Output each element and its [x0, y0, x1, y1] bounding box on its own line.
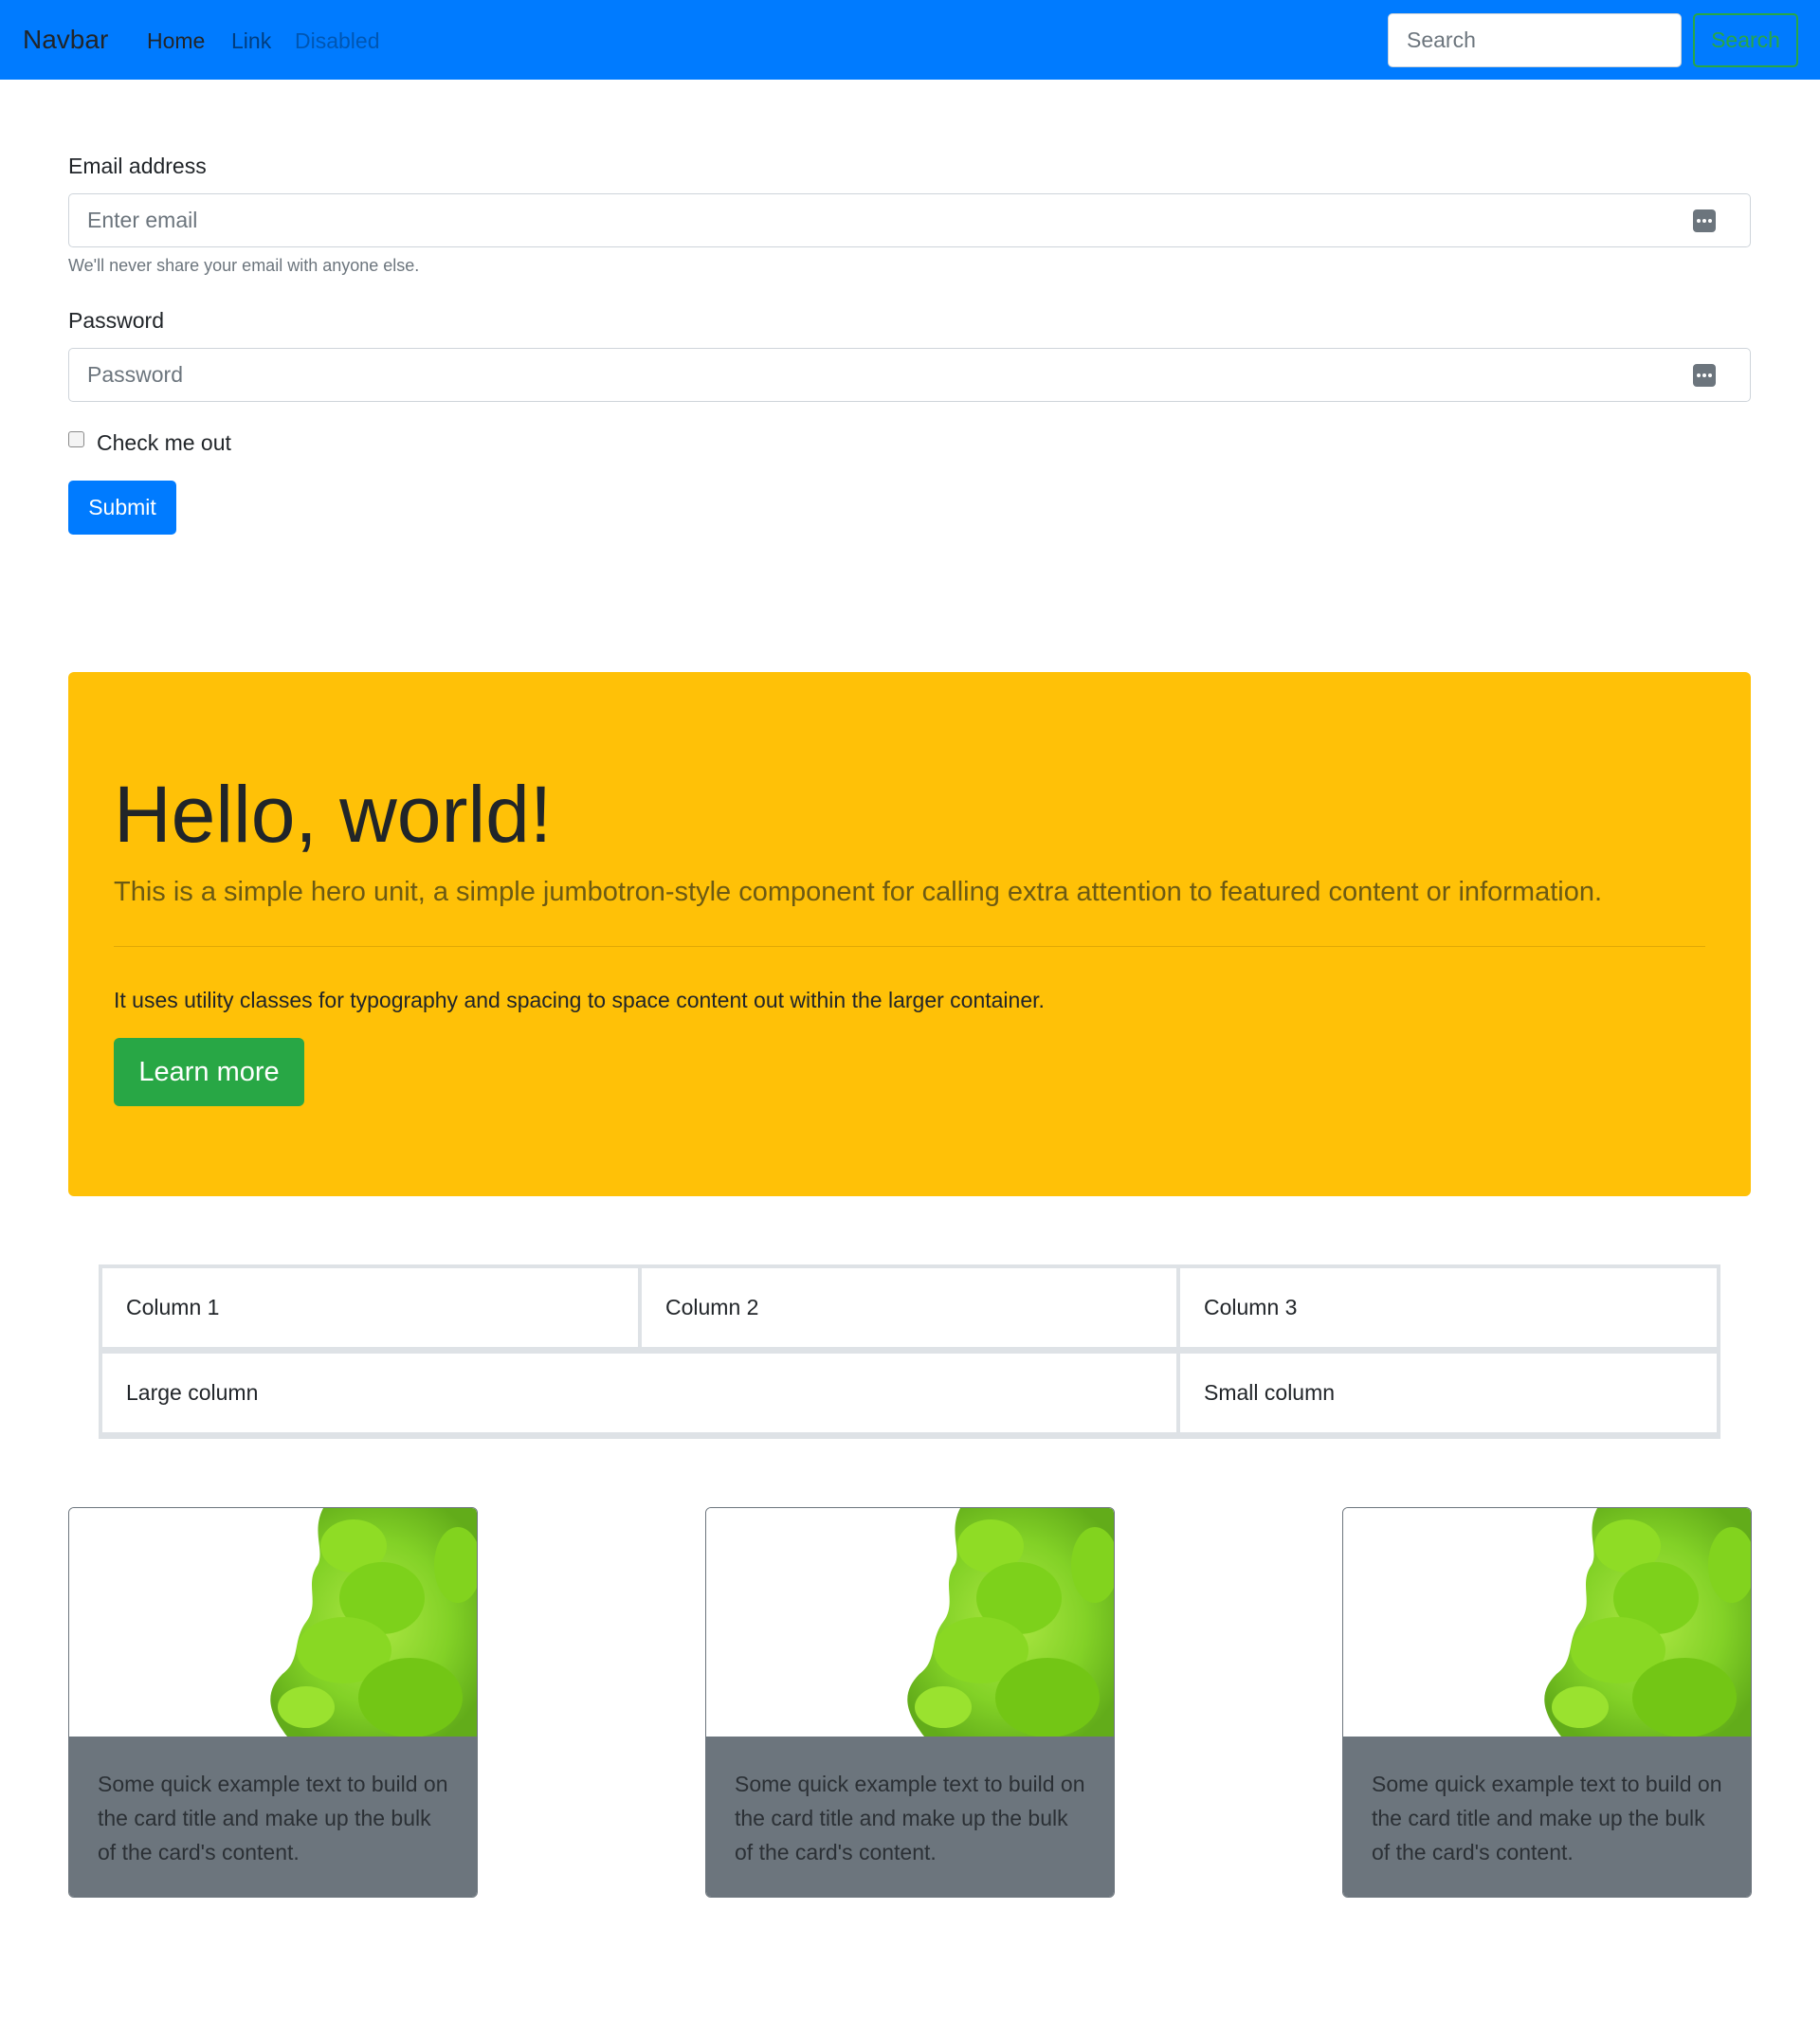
check-me-out-label[interactable]: Check me out: [97, 428, 231, 457]
card: Some quick example text to build on the …: [68, 1507, 478, 1898]
check-me-out-checkbox[interactable]: [68, 431, 84, 447]
password-field-wrapper: [68, 348, 1751, 402]
email-label: Email address: [68, 154, 207, 178]
password-field[interactable]: [69, 349, 1750, 401]
nav-link-disabled: Disabled: [295, 28, 380, 53]
grid-cell-column-3: Column 3: [1180, 1268, 1717, 1347]
navbar-search-button[interactable]: Search: [1693, 13, 1798, 67]
password-label: Password: [68, 308, 164, 333]
email-field-wrapper: [68, 193, 1751, 247]
grid-cell-column-1: Column 1: [102, 1268, 638, 1347]
password-manager-icon[interactable]: [1693, 209, 1716, 232]
green-ink-image: [69, 1508, 477, 1737]
navbar: Navbar Home Link Disabled Search: [0, 0, 1820, 80]
green-ink-image: [1343, 1508, 1751, 1737]
green-ink-image: [706, 1508, 1114, 1737]
card-body: Some quick example text to build on the …: [706, 1737, 1114, 1897]
jumbotron: Hello, world! This is a simple hero unit…: [68, 672, 1751, 1196]
card-text: Some quick example text to build on the …: [1372, 1772, 1722, 1864]
nav-link-link[interactable]: Link: [231, 26, 271, 56]
learn-more-button[interactable]: Learn more: [114, 1038, 304, 1106]
card-text: Some quick example text to build on the …: [735, 1772, 1085, 1864]
password-manager-icon[interactable]: [1693, 364, 1716, 387]
card: Some quick example text to build on the …: [1342, 1507, 1752, 1898]
grid-cell-large-column: Large column: [102, 1354, 1176, 1432]
card-body: Some quick example text to build on the …: [69, 1737, 477, 1897]
nav-link-home[interactable]: Home: [147, 26, 205, 56]
card-text: Some quick example text to build on the …: [98, 1772, 448, 1864]
grid-cell-small-column: Small column: [1180, 1354, 1717, 1432]
jumbotron-divider: [114, 946, 1705, 947]
email-help-text: We'll never share your email with anyone…: [68, 256, 420, 275]
jumbotron-text: It uses utility classes for typography a…: [114, 988, 1045, 1012]
grid-cell-column-2: Column 2: [642, 1268, 1176, 1347]
email-field[interactable]: [69, 194, 1750, 246]
navbar-brand[interactable]: Navbar: [23, 23, 108, 57]
jumbotron-heading: Hello, world!: [114, 770, 553, 859]
jumbotron-lead: This is a simple hero unit, a simple jum…: [114, 877, 1603, 907]
column-grid: Column 1 Column 2 Column 3 Large column …: [99, 1264, 1720, 1439]
card: Some quick example text to build on the …: [705, 1507, 1115, 1898]
navbar-search-input[interactable]: [1388, 13, 1682, 67]
card-body: Some quick example text to build on the …: [1343, 1737, 1751, 1897]
submit-button[interactable]: Submit: [68, 481, 176, 535]
